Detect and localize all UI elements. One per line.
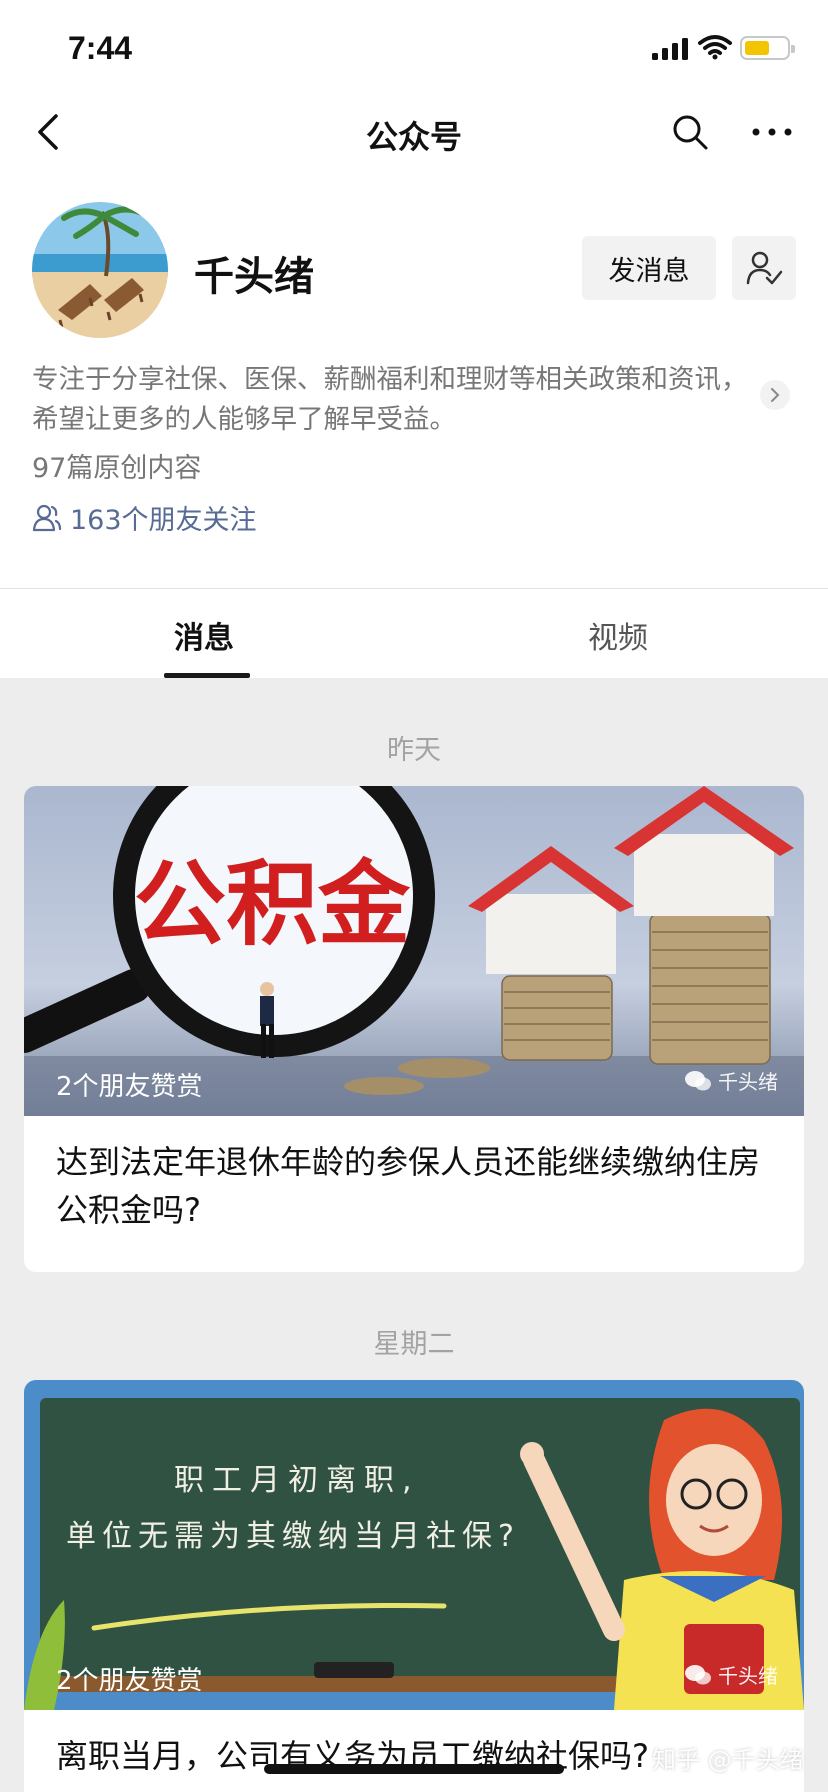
home-indicator[interactable] <box>264 1764 564 1774</box>
account-description: 专注于分享社保、医保、薪酬福利和理财等相关政策和资讯，希望让更多的人能够早了解早… <box>32 364 748 435</box>
account-name: 千头绪 <box>194 254 314 300</box>
friends-icon <box>32 504 62 531</box>
tab-messages[interactable]: 消息 <box>174 613 234 657</box>
blackboard-line-1: 职工月初离职, <box>174 1463 420 1498</box>
feed-date: 星期二 <box>373 1329 455 1360</box>
friends-following[interactable]: 163个朋友关注 <box>32 498 257 537</box>
content-tabs: 消息 视频 <box>0 588 828 678</box>
watermark-label: 千头绪 <box>718 1664 778 1688</box>
followed-user-button[interactable] <box>732 236 796 300</box>
nav-bar: 公众号 <box>0 100 828 164</box>
status-bar: 7:44 <box>0 0 828 100</box>
feed-date: 昨天 <box>387 735 441 766</box>
article-card[interactable]: 公积金 2个朋友赞赏 千头绪 达到法定年退休年龄的参保人员还能继续缴纳住房公积金… <box>24 786 804 1272</box>
blackboard-line-2: 单位无需为其缴纳当月社保? <box>66 1519 520 1554</box>
image-watermark: 千头绪 <box>684 1660 778 1689</box>
cellular-signal-icon <box>652 38 688 60</box>
account-avatar[interactable] <box>32 202 168 338</box>
battery-icon <box>740 36 795 60</box>
magnifier-title: 公积金 <box>134 851 411 958</box>
zhihu-watermark: 知乎 @千头绪 <box>652 1746 804 1774</box>
article-title[interactable]: 达到法定年退休年龄的参保人员还能继续缴纳住房公积金吗? <box>24 1116 804 1234</box>
account-profile: 千头绪 发消息 专注于分享社保、医保、薪酬福利和理财等相关政策和资讯，希望让更多… <box>0 164 828 588</box>
article-cover-image[interactable]: 公积金 2个朋友赞赏 千头绪 <box>24 786 804 1116</box>
chevron-right-icon <box>771 388 780 402</box>
wechat-icon <box>685 1070 711 1090</box>
send-message-button[interactable]: 发消息 <box>582 236 716 300</box>
friends-liked-label: 2个朋友赞赏 <box>56 1666 203 1696</box>
article-card[interactable]: 职工月初离职, 单位无需为其缴纳当月社保? 2个朋友赞赏 千头绪 离职当月，公司… <box>24 1380 804 1792</box>
description-expand-button[interactable] <box>760 380 790 410</box>
search-icon[interactable] <box>670 112 710 152</box>
image-watermark: 千头绪 <box>684 1066 778 1095</box>
article-cover-image[interactable]: 职工月初离职, 单位无需为其缴纳当月社保? 2个朋友赞赏 千头绪 <box>24 1380 804 1710</box>
friends-following-label: 163个朋友关注 <box>70 505 257 536</box>
original-content-count[interactable]: 97篇原创内容 <box>32 446 201 485</box>
more-options-icon[interactable] <box>748 112 796 152</box>
wechat-icon <box>685 1664 711 1684</box>
friends-liked-label: 2个朋友赞赏 <box>56 1072 203 1102</box>
tab-video[interactable]: 视频 <box>588 613 648 657</box>
user-check-icon <box>746 251 783 285</box>
status-time: 7:44 <box>68 30 133 66</box>
wifi-icon <box>698 35 732 60</box>
watermark-label: 千头绪 <box>718 1070 778 1094</box>
active-tab-indicator <box>164 673 250 678</box>
